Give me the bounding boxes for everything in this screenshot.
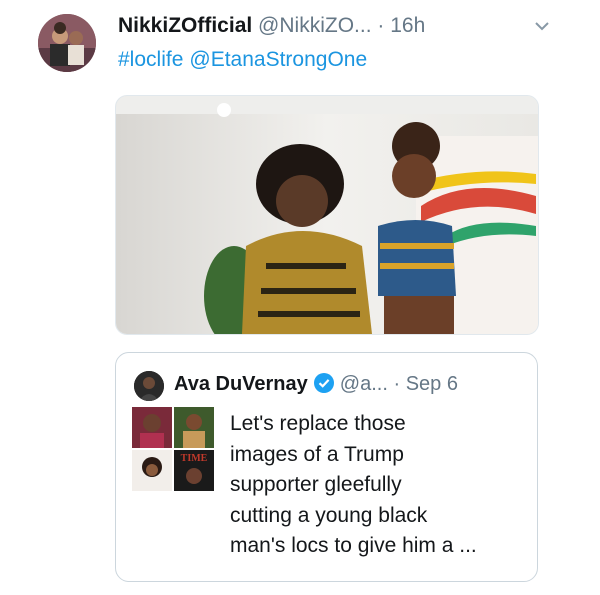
quoted-text-line: images of a Trump [230, 442, 404, 466]
quoted-media-grid[interactable]: TIME [132, 407, 214, 491]
quoted-thumb-3 [132, 450, 172, 491]
mention-link[interactable]: @EtanaStrongOne [189, 48, 367, 71]
separator: · [393, 373, 401, 395]
chevron-down-icon[interactable] [532, 16, 552, 36]
timestamp[interactable]: 16h [390, 14, 425, 37]
handle[interactable]: @NikkiZO... [258, 14, 371, 37]
separator: · [377, 14, 385, 37]
quoted-date[interactable]: Sep 6 [406, 373, 458, 395]
quoted-text-line: supporter gleefully [230, 473, 402, 496]
quoted-handle[interactable]: @a... [340, 373, 388, 395]
tweet[interactable]: NikkiZOfficial @NikkiZO... · 16h #loclif… [0, 0, 600, 595]
quoted-text: Let's replace those images of a Trump su… [230, 409, 520, 562]
quoted-avatar[interactable] [134, 371, 164, 401]
quoted-thumb-2 [174, 407, 214, 448]
tweet-header: NikkiZOfficial @NikkiZO... · 16h [118, 14, 558, 44]
magazine-cover-title: TIME [181, 453, 208, 464]
quoted-display-name[interactable]: Ava DuVernay [174, 373, 308, 395]
quoted-thumb-4: TIME [174, 450, 214, 491]
avatar[interactable] [38, 14, 96, 72]
quoted-thumb-1 [132, 407, 172, 448]
tweet-photo[interactable] [115, 95, 539, 335]
quoted-text-line: Let's replace those [230, 412, 406, 435]
quoted-text-line: cutting a young black [230, 503, 428, 527]
quoted-tweet[interactable]: Ava DuVernay @a... · Sep 6 TIME Let's re… [115, 352, 538, 582]
tweet-text: #loclife @EtanaStrongOne [118, 48, 373, 72]
display-name[interactable]: NikkiZOfficial [118, 14, 252, 37]
verified-badge-icon [313, 373, 334, 393]
quoted-text-line: man's locs to give him a ... [230, 534, 477, 557]
quoted-header: Ava DuVernay @a... · Sep 6 [174, 373, 458, 396]
hashtag-link[interactable]: #loclife [118, 48, 183, 71]
